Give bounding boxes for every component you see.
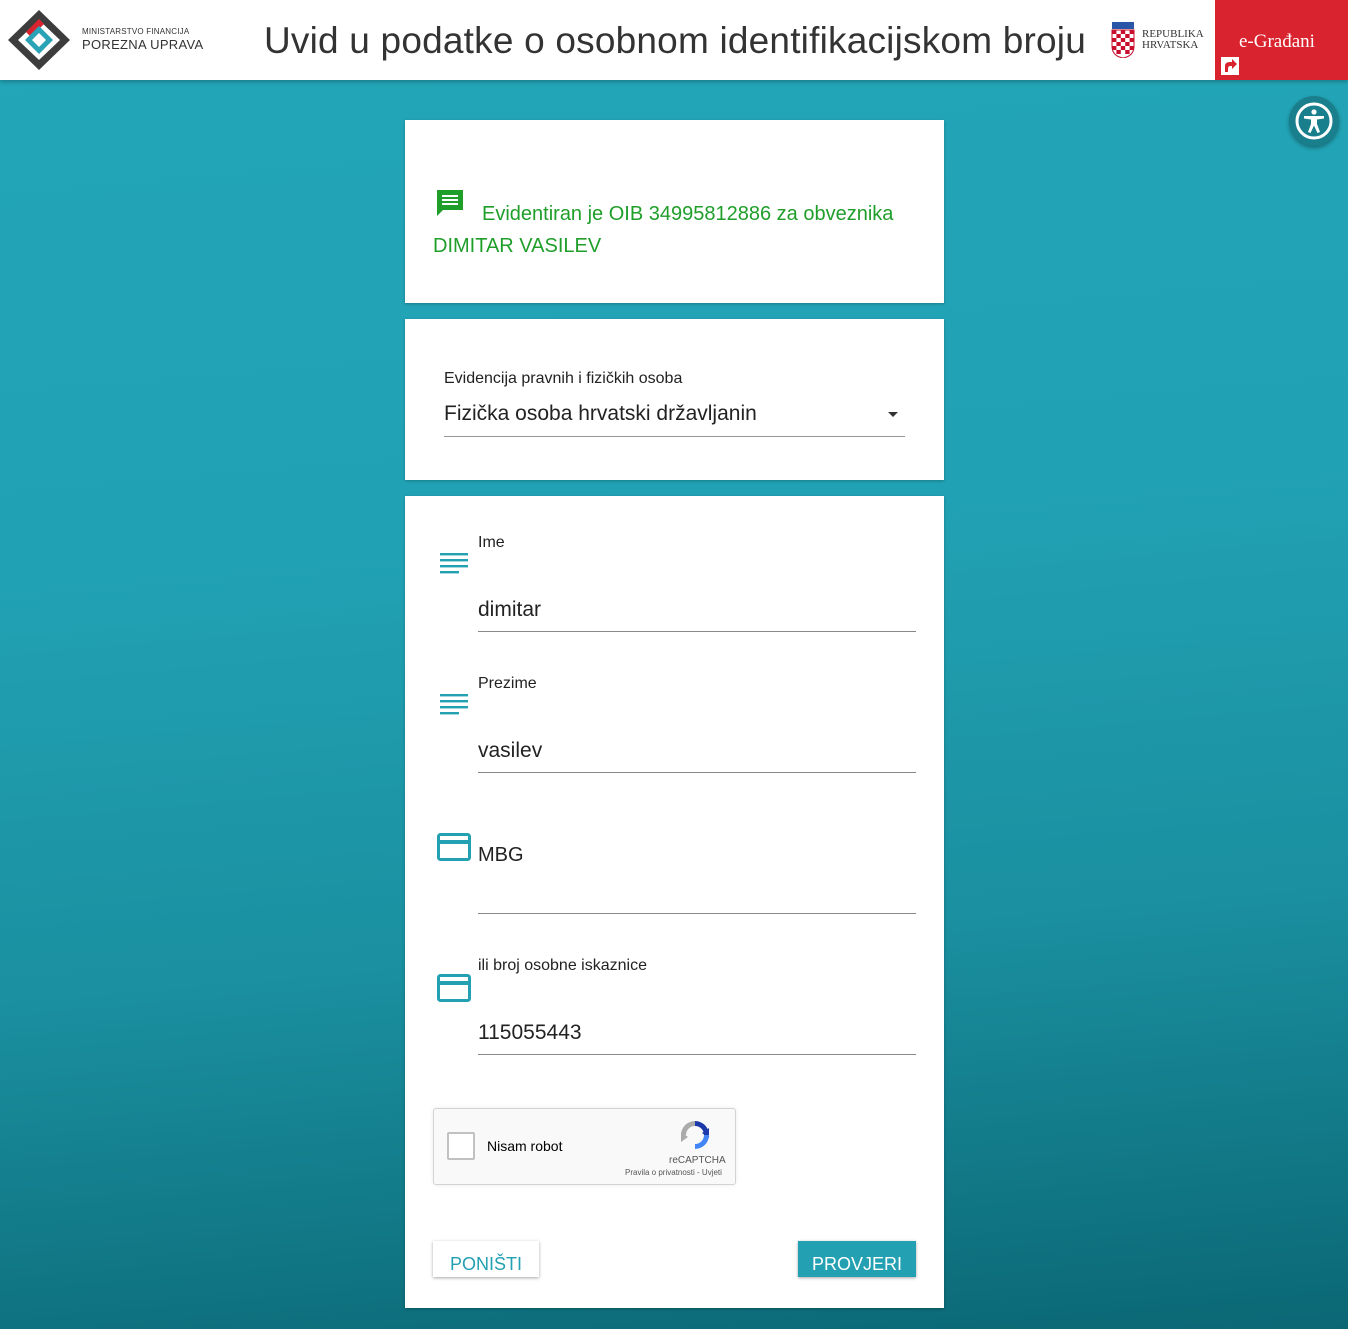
last-name-underline	[478, 772, 916, 773]
mbg-input[interactable]	[478, 880, 916, 910]
credit-card-icon	[437, 974, 471, 1002]
cancel-button[interactable]: PONIŠTI	[433, 1241, 539, 1277]
last-name-field: Prezime vasilev	[405, 667, 944, 773]
last-name-input[interactable]: vasilev	[478, 739, 542, 763]
form-card: Ime dimitar Prezime vasilev MBG ili broj…	[405, 496, 944, 1308]
egradani-label: e-Građani	[1239, 31, 1315, 52]
recaptcha-checkbox[interactable]	[447, 1132, 475, 1160]
first-name-label: Ime	[478, 534, 505, 551]
registry-label: Evidencija pravnih i fizičkih osoba	[444, 370, 683, 387]
logo-ministry: MINISTARSTVO FINANCIJA	[82, 27, 190, 36]
croatian-coat-of-arms-icon	[1111, 22, 1135, 58]
logo-agency: POREZNA UPRAVA	[82, 37, 204, 52]
id-card-input[interactable]: 115055443	[478, 1021, 582, 1045]
egradani-link[interactable]: e-Građani	[1215, 0, 1348, 80]
page-title: Uvid u podatke o osobnom identifikacijsk…	[264, 20, 1086, 61]
first-name-underline	[478, 631, 916, 632]
result-message: Evidentiran je OIB 34995812886 za obvezn…	[433, 203, 894, 257]
dropdown-arrow-icon[interactable]	[888, 412, 898, 417]
first-name-field: Ime dimitar	[405, 526, 944, 632]
mbg-underline	[478, 913, 916, 914]
id-card-label: ili broj osobne iskaznice	[478, 957, 647, 974]
last-name-label: Prezime	[478, 675, 537, 692]
text-lines-icon	[440, 553, 468, 574]
mbg-label: MBG	[478, 844, 524, 866]
registry-select[interactable]: Fizička osoba hrvatski državljanin	[444, 402, 757, 426]
check-button[interactable]: PROVJERI	[798, 1241, 916, 1277]
republic-name: REPUBLIKA HRVATSKA	[1142, 29, 1204, 51]
porezna-uprava-logo[interactable]	[6, 8, 72, 72]
header: MINISTARSTVO FINANCIJA POREZNA UPRAVA Uv…	[0, 0, 1348, 80]
mbg-field: MBG	[405, 808, 944, 914]
id-card-field: ili broj osobne iskaznice 115055443	[405, 949, 944, 1055]
recaptcha-logo-icon	[681, 1121, 709, 1149]
logo-text: MINISTARSTVO FINANCIJA POREZNA UPRAVA	[82, 27, 203, 53]
id-card-underline	[478, 1054, 916, 1055]
first-name-input[interactable]: dimitar	[478, 598, 541, 622]
accessibility-icon	[1295, 102, 1333, 140]
republic-line2: HRVATSKA	[1142, 39, 1199, 51]
select-underline	[444, 436, 905, 437]
text-lines-icon	[440, 694, 468, 715]
recaptcha-links[interactable]: Pravila o privatnosti - Uvjeti	[625, 1168, 722, 1177]
recaptcha-label: Nisam robot	[487, 1138, 563, 1154]
external-link-icon	[1221, 57, 1239, 75]
recaptcha-brand: reCAPTCHA	[669, 1155, 726, 1166]
registry-card: Evidencija pravnih i fizičkih osoba Fizi…	[405, 319, 944, 480]
result-card: Evidentiran je OIB 34995812886 za obvezn…	[405, 120, 944, 303]
accessibility-button[interactable]	[1289, 96, 1339, 146]
recaptcha-widget: Nisam robot reCAPTCHA Pravila o privatno…	[433, 1108, 736, 1185]
credit-card-icon	[437, 833, 471, 861]
